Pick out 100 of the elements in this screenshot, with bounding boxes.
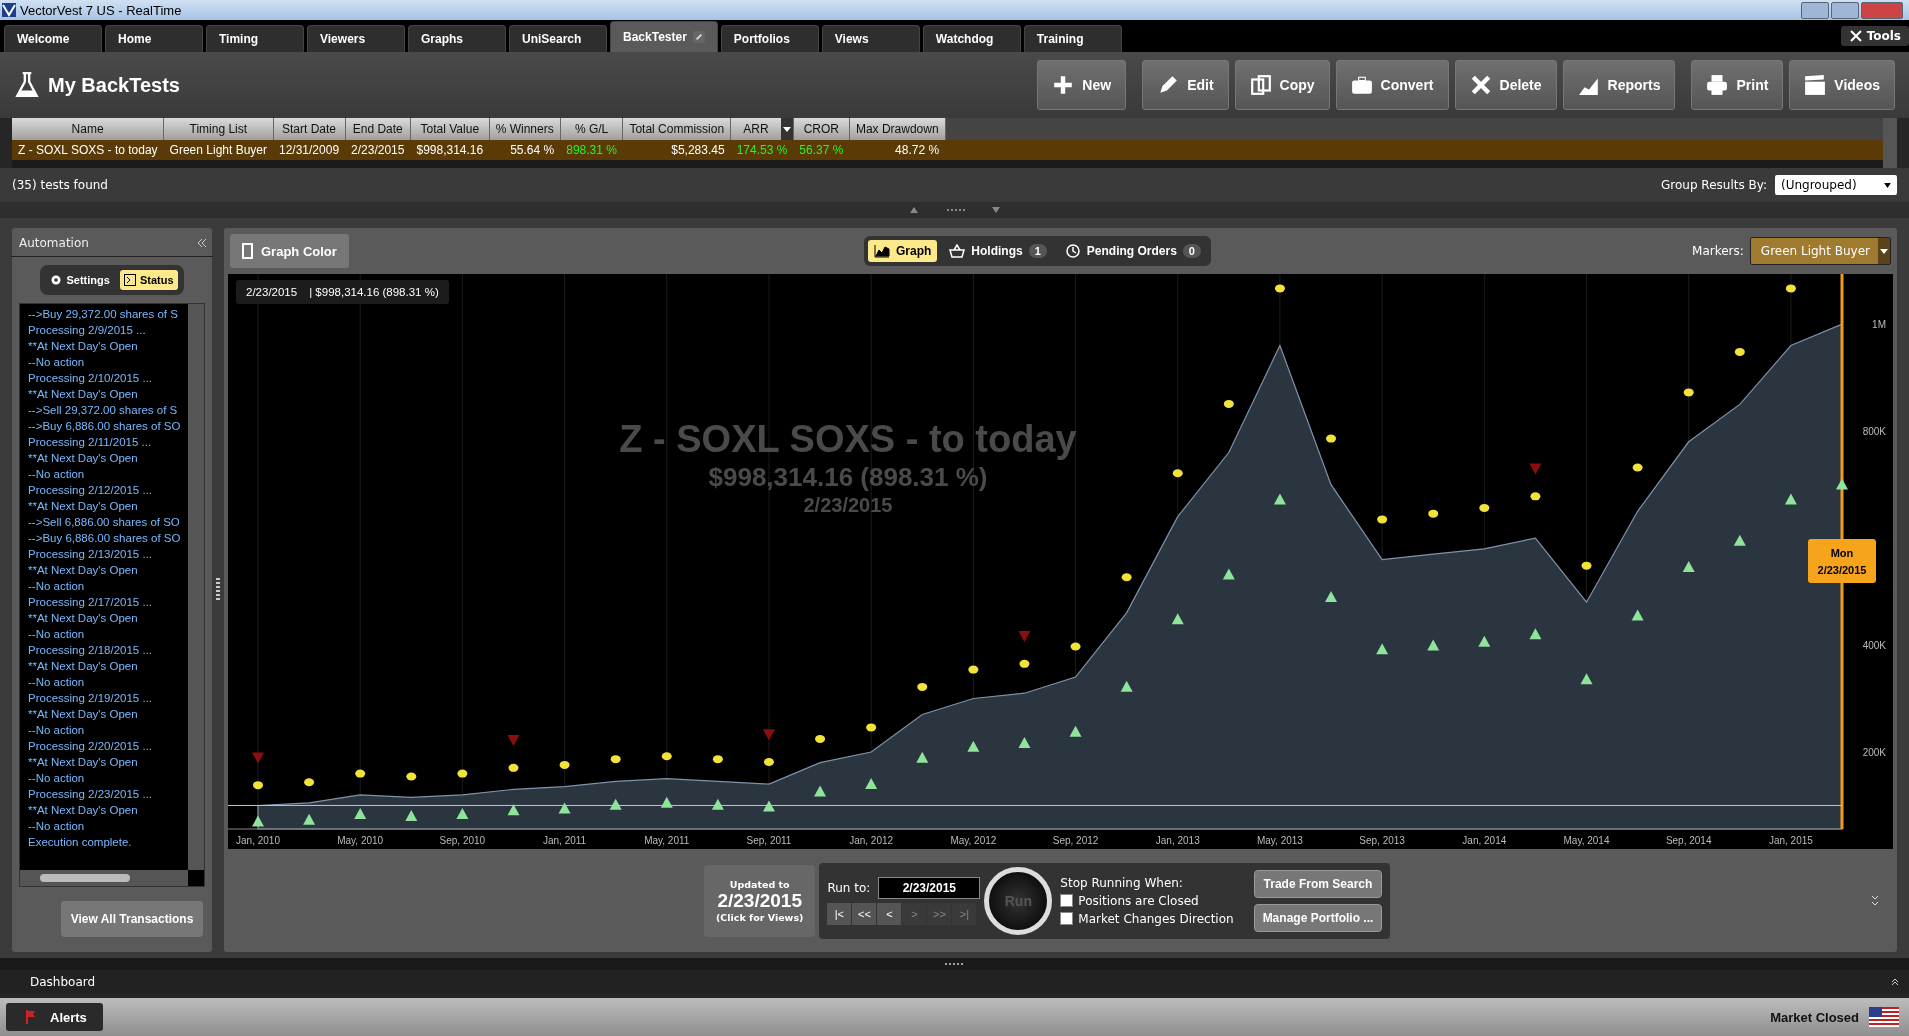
collapse-icon[interactable]: [197, 239, 207, 247]
nav-tab[interactable]: BackTester: [610, 21, 718, 52]
column-header[interactable]: Timing List: [163, 118, 273, 140]
log-line: -->Sell 6,886.00 shares of SO: [28, 515, 181, 530]
column-header[interactable]: ARR: [730, 118, 794, 140]
group-by-label: Group Results By:: [1661, 178, 1767, 192]
view-transactions-button[interactable]: View All Transactions: [60, 901, 204, 937]
column-header[interactable]: Max Drawdown: [849, 118, 946, 140]
nav-tab[interactable]: Home: [105, 25, 203, 52]
column-header[interactable]: End Date: [345, 118, 411, 140]
action-button[interactable]: Manage Portfolio ...: [1253, 903, 1383, 932]
checkbox[interactable]: [1060, 894, 1074, 907]
log-line: Processing 2/20/2015 ...: [28, 739, 154, 754]
graph-color-button[interactable]: Graph Color: [230, 234, 349, 268]
column-header[interactable]: % G/L: [560, 118, 623, 140]
clapperboard-icon: [1804, 74, 1827, 96]
log-line: -->Buy 29,372.00 shares of S: [28, 307, 179, 322]
toolbar-button[interactable]: Edit: [1142, 60, 1229, 110]
checkbox[interactable]: [1060, 912, 1074, 925]
splitter-handle-icon[interactable]: [943, 962, 966, 966]
scrollbar[interactable]: [20, 870, 188, 886]
view-tab[interactable]: Graph: [868, 240, 938, 262]
step-button[interactable]: |<: [827, 902, 852, 925]
run-to-field[interactable]: 2/23/2015: [878, 876, 981, 899]
log-line: Processing 2/13/2015 ...: [28, 547, 154, 562]
column-header[interactable]: Total Commission: [622, 118, 731, 140]
log-line: **At Next Day's Open: [28, 755, 139, 770]
column-header[interactable]: Start Date: [273, 118, 346, 140]
window-title: VectorVest 7 US - RealTime: [20, 2, 182, 18]
chart-overlay-value: $998,314.16 (898.31 %): [708, 462, 988, 492]
panel-tab[interactable]: Settings: [46, 270, 114, 290]
log-line: --No action: [28, 355, 86, 370]
count-badge: 0: [1182, 244, 1201, 258]
step-button[interactable]: <<: [852, 902, 877, 925]
toolbar-button[interactable]: New: [1037, 60, 1127, 110]
expand-icon[interactable]: [1871, 894, 1879, 907]
tools-button[interactable]: Tools: [1840, 26, 1909, 46]
tooltip-value: | $998,314.16 (898.31 %): [309, 286, 439, 298]
nav-tab[interactable]: Watchdog: [922, 25, 1021, 52]
dashboard-title[interactable]: Dashboard: [30, 975, 96, 989]
column-header[interactable]: % Winners: [489, 118, 561, 140]
minimize-button[interactable]: [1801, 1, 1829, 19]
toolbar-button[interactable]: Delete: [1454, 60, 1557, 110]
table-cell: 48.72 %: [849, 140, 946, 160]
nav-tab[interactable]: Portfolios: [720, 25, 819, 52]
scrollbar[interactable]: [1883, 118, 1897, 168]
nav-tab[interactable]: Views: [821, 25, 920, 52]
column-header[interactable]: Name: [12, 118, 164, 140]
column-header[interactable]: CROR: [793, 118, 850, 140]
action-button[interactable]: Trade From Search: [1253, 869, 1383, 898]
log-line: Processing 2/17/2015 ...: [28, 595, 154, 610]
scrollbar[interactable]: [188, 304, 204, 870]
toolbar-button[interactable]: Print: [1691, 60, 1784, 110]
maximize-button[interactable]: [1831, 1, 1859, 19]
nav-tab[interactable]: Viewers: [307, 25, 405, 52]
axis-label: May, 2013: [1256, 835, 1303, 846]
log-line: **At Next Day's Open: [28, 707, 139, 722]
basket-icon: [949, 244, 966, 258]
toolbar-button[interactable]: Reports: [1562, 60, 1676, 110]
run-to-label: Run to:: [827, 880, 871, 895]
resize-grip-icon[interactable]: [216, 578, 220, 602]
checkbox-label[interactable]: Positions are Closed: [1078, 893, 1199, 908]
toolbar-button[interactable]: Convert: [1335, 60, 1449, 110]
log-line: --No action: [28, 467, 86, 482]
updated-hint: (Click for Views): [716, 911, 804, 923]
column-header[interactable]: Total Value: [410, 118, 490, 140]
stop-title: Stop Running When:: [1060, 875, 1184, 890]
results-count: (35) tests found: [12, 178, 108, 192]
panel-tab[interactable]: Status: [119, 270, 178, 290]
nav-tab[interactable]: Training: [1023, 25, 1122, 52]
expand-icon[interactable]: [1891, 978, 1899, 986]
terminal-icon: [123, 274, 136, 286]
nav-tab[interactable]: Graphs: [408, 25, 506, 52]
gear-icon: [50, 274, 63, 286]
pencil-icon: [1157, 74, 1180, 96]
checkbox-label[interactable]: Market Changes Direction: [1078, 911, 1234, 926]
toolbar-button[interactable]: Copy: [1234, 60, 1330, 110]
axis-label: Sep, 2010: [439, 835, 486, 846]
group-by-dropdown[interactable]: (Ungrouped): [1775, 175, 1897, 195]
nav-tab[interactable]: Timing: [206, 25, 304, 52]
nav-tab[interactable]: UniSearch: [509, 25, 607, 52]
log-line: **At Next Day's Open: [28, 611, 139, 626]
printer-icon: [1706, 74, 1729, 96]
log-line: **At Next Day's Open: [28, 499, 139, 514]
log-line: **At Next Day's Open: [28, 339, 139, 354]
nav-tab[interactable]: Welcome: [4, 25, 102, 52]
splitter-handle-icon[interactable]: [909, 206, 1000, 214]
step-button[interactable]: <: [877, 902, 902, 925]
view-tab[interactable]: Pending Orders 0: [1058, 240, 1207, 262]
updated-panel[interactable]: Updated to 2/23/2015 (Click for Views): [704, 864, 816, 937]
toolbar-button[interactable]: Videos: [1789, 60, 1895, 110]
markers-dropdown[interactable]: Green Light Buyer: [1749, 237, 1891, 265]
view-tab[interactable]: Holdings 1: [943, 240, 1053, 262]
close-button[interactable]: [1861, 1, 1903, 19]
page-title: My BackTests: [48, 73, 180, 97]
table-cell: 12/31/2009: [273, 140, 346, 160]
axis-label: 1M: [1872, 319, 1886, 331]
alerts-button[interactable]: Alerts: [6, 1003, 103, 1031]
copy-icon: [1249, 74, 1272, 96]
log-line: --No action: [28, 627, 86, 642]
